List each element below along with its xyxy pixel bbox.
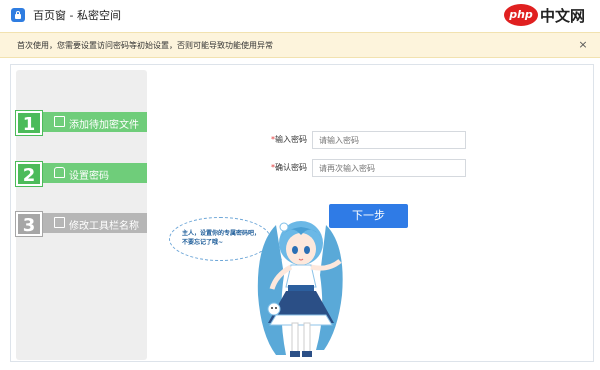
step-add-files[interactable]: 1 添加待加密文件 (15, 110, 147, 136)
watermark-logo-text: 中文网 (540, 7, 586, 25)
steps-sidebar: 1 添加待加密文件 2 设置密码 3 修改工具栏名称 (15, 70, 147, 360)
edit-icon (54, 217, 65, 228)
step-set-password[interactable]: 2 设置密码 (15, 161, 147, 187)
password-row: *输入密码 (241, 131, 307, 149)
character-illustration (257, 221, 343, 357)
title-bar: 百页窗 - 私密空间 php 中文网 (0, 0, 600, 30)
step-rename-toolbar[interactable]: 3 修改工具栏名称 (15, 211, 147, 237)
password-input[interactable] (312, 131, 466, 149)
confirm-label: *确认密码 (271, 163, 307, 172)
lock-icon (54, 167, 65, 178)
step-bar: 修改工具栏名称 (43, 213, 147, 233)
notice-text: 首次使用，您需要设置访问密码等初始设置，否则可能导致功能使用异常 (17, 41, 273, 50)
step-label: 修改工具栏名称 (69, 221, 139, 232)
watermark-logo-mark: php (504, 4, 538, 26)
notice-bar: 首次使用，您需要设置访问密码等初始设置，否则可能导致功能使用异常 × (0, 32, 600, 58)
step-number: 3 (15, 211, 43, 237)
step-bar: 设置密码 (43, 163, 147, 183)
lock-icon (11, 8, 25, 22)
step-label: 设置密码 (69, 171, 109, 182)
folder-icon (54, 116, 65, 127)
step-number: 1 (15, 110, 43, 136)
step-label: 添加待加密文件 (69, 120, 139, 131)
step-bar: 添加待加密文件 (43, 112, 147, 132)
confirm-password-input[interactable] (312, 159, 466, 177)
watermark-logo: php 中文网 (504, 0, 596, 30)
step-number: 2 (15, 161, 43, 187)
close-icon[interactable]: × (576, 38, 590, 52)
main-panel: 1 添加待加密文件 2 设置密码 3 修改工具栏名称 *输入密码 请输入密码 *… (10, 64, 594, 362)
confirm-row: *确认密码 (241, 159, 307, 177)
password-label: *输入密码 (271, 135, 307, 144)
window-title: 百页窗 - 私密空间 (33, 9, 121, 22)
